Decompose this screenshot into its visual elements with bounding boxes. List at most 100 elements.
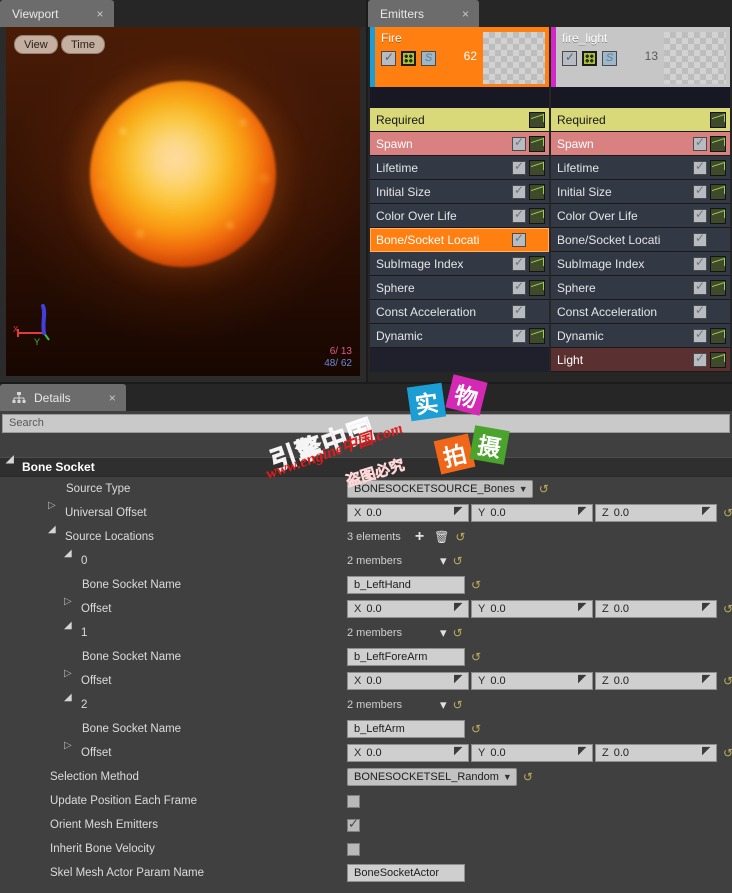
- module-enabled-checkbox[interactable]: [512, 233, 526, 247]
- revert-icon[interactable]: ↺: [453, 626, 463, 640]
- dropdown-source-type[interactable]: BONESOCKETSOURCE_Bones▼: [347, 480, 533, 498]
- chevron-down-icon[interactable]: [66, 701, 74, 709]
- checkbox-orient-mesh-emitters[interactable]: [347, 819, 360, 832]
- chevron-right-icon[interactable]: [66, 677, 74, 685]
- curve-editor-icon[interactable]: [710, 352, 726, 368]
- module-enabled-checkbox[interactable]: [512, 281, 526, 295]
- module-enabled-checkbox[interactable]: [512, 209, 526, 223]
- module-enabled-checkbox[interactable]: [693, 137, 707, 151]
- module-enabled-checkbox[interactable]: [693, 353, 707, 367]
- search-input[interactable]: Search: [2, 414, 730, 433]
- revert-icon[interactable]: ↺: [723, 746, 732, 760]
- revert-icon[interactable]: ↺: [453, 554, 463, 568]
- revert-icon[interactable]: ↺: [471, 722, 481, 736]
- module-enabled-checkbox[interactable]: [693, 209, 707, 223]
- vector-component-input[interactable]: X0.0: [347, 672, 469, 690]
- module-enabled-checkbox[interactable]: [512, 161, 526, 175]
- chevron-right-icon[interactable]: [66, 749, 74, 757]
- module-row[interactable]: Dynamic: [551, 324, 730, 348]
- text-input-bone-socket-name[interactable]: b_LeftForeArm: [347, 648, 465, 666]
- module-enabled-checkbox[interactable]: [512, 185, 526, 199]
- chevron-down-icon[interactable]: [66, 629, 74, 637]
- emitter-enabled-checkbox[interactable]: [562, 51, 577, 66]
- spinner-icon[interactable]: [578, 604, 589, 615]
- checkbox-update-position-each-frame[interactable]: [347, 795, 360, 808]
- spinner-icon[interactable]: [702, 676, 713, 687]
- module-row[interactable]: Sphere: [551, 276, 730, 300]
- chevron-down-icon[interactable]: ▼: [503, 772, 512, 782]
- text-input-skel-mesh-actor-param-name[interactable]: BoneSocketActor: [347, 864, 465, 882]
- revert-icon[interactable]: ↺: [453, 698, 463, 712]
- emitter-header[interactable]: fire_lightS13: [551, 27, 730, 87]
- revert-icon[interactable]: ↺: [723, 506, 732, 520]
- module-enabled-checkbox[interactable]: [693, 161, 707, 175]
- curve-editor-icon[interactable]: [710, 328, 726, 344]
- close-icon[interactable]: ×: [96, 8, 103, 20]
- tab-details[interactable]: Details ×: [0, 384, 126, 411]
- spinner-icon[interactable]: [454, 604, 465, 615]
- chevron-down-icon[interactable]: [8, 463, 16, 471]
- module-row[interactable]: Const Acceleration: [551, 300, 730, 324]
- curve-editor-icon[interactable]: [710, 184, 726, 200]
- text-input-bone-socket-name[interactable]: b_LeftHand: [347, 576, 465, 594]
- curve-editor-icon[interactable]: [529, 184, 545, 200]
- revert-icon[interactable]: ↺: [723, 674, 732, 688]
- vector-component-input[interactable]: Y0.0: [471, 672, 593, 690]
- spinner-icon[interactable]: [578, 676, 589, 687]
- curve-editor-icon[interactable]: [529, 208, 545, 224]
- emitter-detail-mode-icon[interactable]: [401, 51, 416, 66]
- module-row[interactable]: Lifetime: [370, 156, 549, 180]
- curve-editor-icon[interactable]: [529, 112, 545, 128]
- module-row[interactable]: SubImage Index: [370, 252, 549, 276]
- vector-component-input[interactable]: Z0.0: [595, 600, 717, 618]
- tab-viewport[interactable]: Viewport ×: [0, 0, 114, 27]
- vector-component-input[interactable]: Y0.0: [471, 600, 593, 618]
- module-row[interactable]: Spawn: [370, 132, 549, 156]
- viewport-time-button[interactable]: Time: [61, 35, 105, 54]
- curve-editor-icon[interactable]: [529, 256, 545, 272]
- viewport-view-button[interactable]: View: [14, 35, 58, 54]
- module-enabled-checkbox[interactable]: [693, 329, 707, 343]
- spinner-icon[interactable]: [702, 508, 713, 519]
- curve-editor-icon[interactable]: [710, 256, 726, 272]
- vector-component-input[interactable]: X0.0: [347, 504, 469, 522]
- checkbox-inherit-bone-velocity[interactable]: [347, 843, 360, 856]
- chevron-down-icon[interactable]: ▾: [440, 553, 447, 569]
- dropdown-selection-method[interactable]: BONESOCKETSEL_Random▼: [347, 768, 517, 786]
- delete-element-icon[interactable]: 🗑: [434, 530, 449, 544]
- module-row[interactable]: Initial Size: [551, 180, 730, 204]
- module-enabled-checkbox[interactable]: [693, 257, 707, 271]
- module-enabled-checkbox[interactable]: [693, 281, 707, 295]
- module-row[interactable]: Bone/Socket Locati: [370, 228, 549, 252]
- spinner-icon[interactable]: [454, 676, 465, 687]
- module-row[interactable]: Light: [551, 348, 730, 372]
- module-row[interactable]: Color Over Life: [551, 204, 730, 228]
- emitter-solo-icon[interactable]: S: [602, 51, 617, 66]
- vector-component-input[interactable]: Z0.0: [595, 672, 717, 690]
- curve-editor-icon[interactable]: [529, 280, 545, 296]
- module-row[interactable]: Color Over Life: [370, 204, 549, 228]
- module-enabled-checkbox[interactable]: [512, 257, 526, 271]
- module-enabled-checkbox[interactable]: [693, 185, 707, 199]
- viewport-render-canvas[interactable]: View Time X Y 6/ 13 48/ 62: [6, 27, 360, 376]
- revert-icon[interactable]: ↺: [471, 578, 481, 592]
- vector-component-input[interactable]: Y0.0: [471, 504, 593, 522]
- emitter-header[interactable]: FireS62: [370, 27, 549, 87]
- add-element-icon[interactable]: +: [415, 528, 424, 546]
- vector-component-input[interactable]: X0.0: [347, 600, 469, 618]
- module-row[interactable]: Required: [551, 108, 730, 132]
- module-row[interactable]: SubImage Index: [551, 252, 730, 276]
- category-header-bone-socket[interactable]: Bone Socket: [0, 457, 732, 477]
- spinner-icon[interactable]: [454, 748, 465, 759]
- emitter-detail-mode-icon[interactable]: [582, 51, 597, 66]
- chevron-down-icon[interactable]: [66, 557, 74, 565]
- spinner-icon[interactable]: [454, 508, 465, 519]
- emitter-solo-icon[interactable]: S: [421, 51, 436, 66]
- module-enabled-checkbox[interactable]: [512, 305, 526, 319]
- chevron-down-icon[interactable]: ▼: [519, 484, 528, 494]
- module-enabled-checkbox[interactable]: [693, 233, 707, 247]
- curve-editor-icon[interactable]: [529, 136, 545, 152]
- vector-component-input[interactable]: X0.0: [347, 744, 469, 762]
- module-row[interactable]: Const Acceleration: [370, 300, 549, 324]
- tab-emitters[interactable]: Emitters ×: [368, 0, 479, 27]
